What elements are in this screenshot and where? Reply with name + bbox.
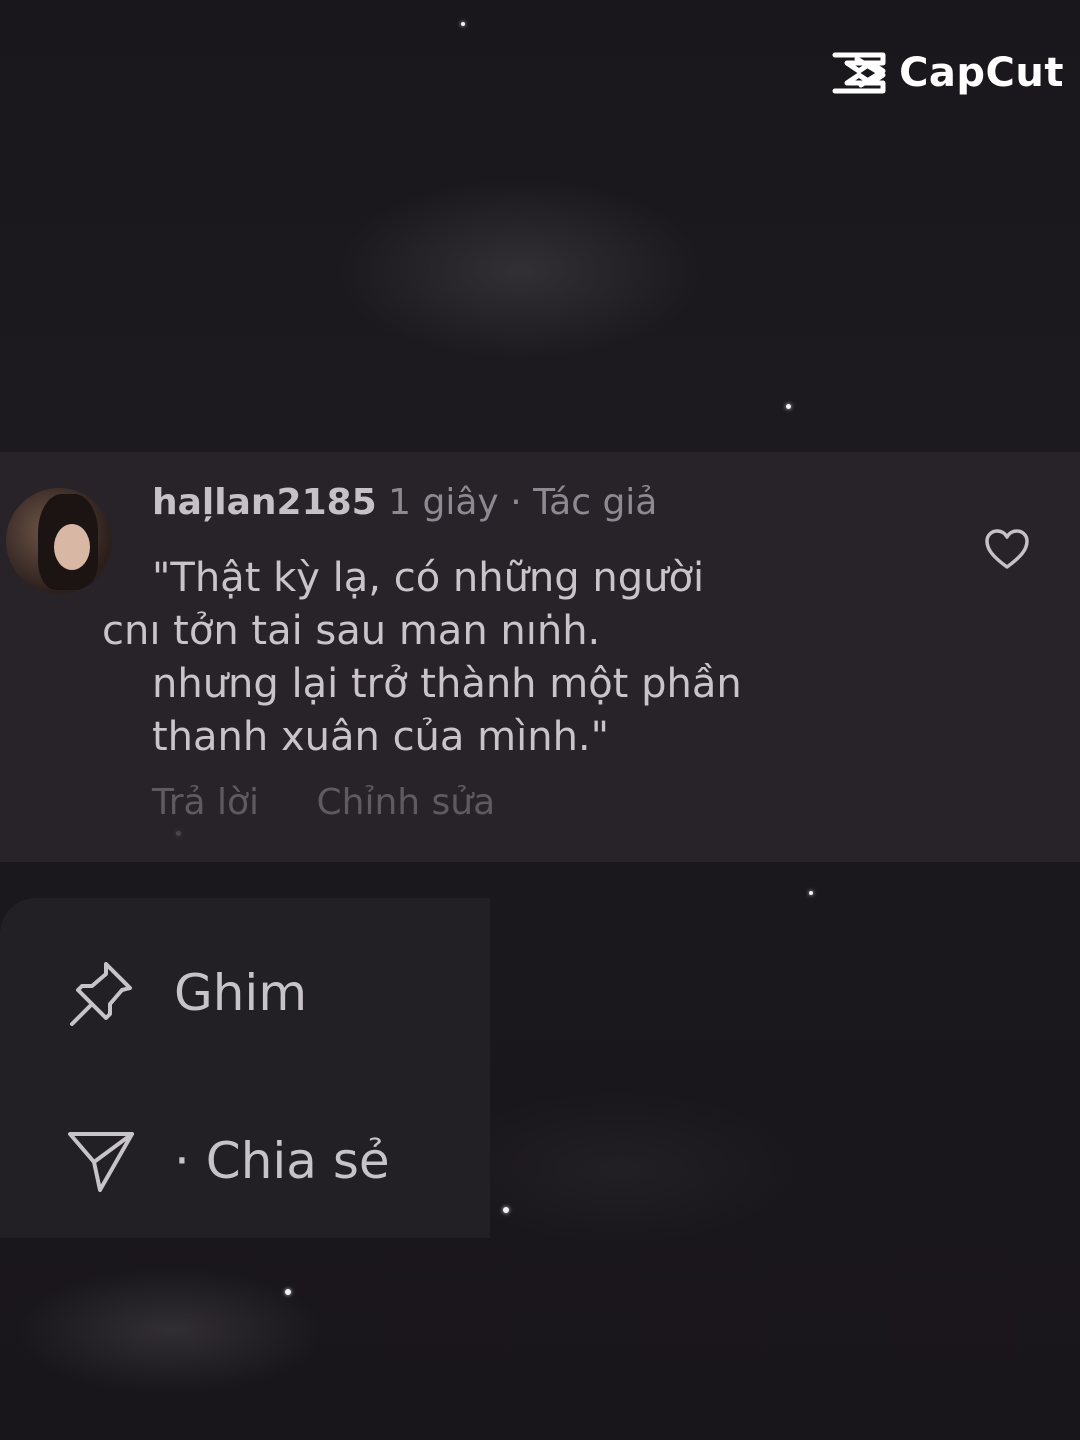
capcut-logo-icon	[832, 52, 886, 94]
sparkle	[786, 404, 791, 409]
comment-meta: haļlan2185 1 giây · Tác giả	[152, 482, 657, 523]
capcut-watermark: CapCut	[831, 50, 1064, 96]
comment-time: 1 giây	[388, 482, 499, 523]
edit-button[interactable]: Chỉnh sửa	[317, 782, 496, 823]
author-badge: Tác giả	[533, 482, 658, 523]
menu-item-share[interactable]: · Chia sẻ	[66, 1126, 390, 1196]
sparkle	[285, 1289, 291, 1295]
comment-text: "Thật kỳ lạ, có những người cnı tởn tai …	[102, 552, 872, 764]
menu-item-pin[interactable]: Ghim	[66, 958, 307, 1028]
comment-line: cnı tởn tai sau man nıṅh.	[102, 608, 601, 654]
comment-actions: Trả lời Chỉnh sửa	[152, 782, 541, 823]
pin-icon	[70, 962, 132, 1026]
reply-button[interactable]: Trả lời	[152, 782, 259, 823]
capcut-wordmark: CapCut	[899, 50, 1064, 96]
heart-icon[interactable]	[984, 528, 1030, 570]
menu-item-share-label: · Chia sẻ	[174, 1132, 390, 1190]
avatar[interactable]	[6, 488, 112, 594]
comment-line: thanh xuân của mình."	[152, 714, 610, 760]
avatar-face	[54, 524, 90, 570]
sparkle	[809, 891, 813, 895]
comment-line: "Thật kỳ lạ, có những người	[152, 555, 705, 601]
menu-item-pin-label: Ghim	[174, 964, 308, 1022]
meta-separator: ·	[510, 482, 522, 523]
sparkle	[503, 1207, 509, 1213]
comment-line: nhưng lại trở thành một phần	[152, 661, 742, 707]
send-icon	[68, 1132, 134, 1192]
comment-username[interactable]: haļlan2185	[152, 482, 377, 523]
sparkle	[461, 22, 465, 26]
